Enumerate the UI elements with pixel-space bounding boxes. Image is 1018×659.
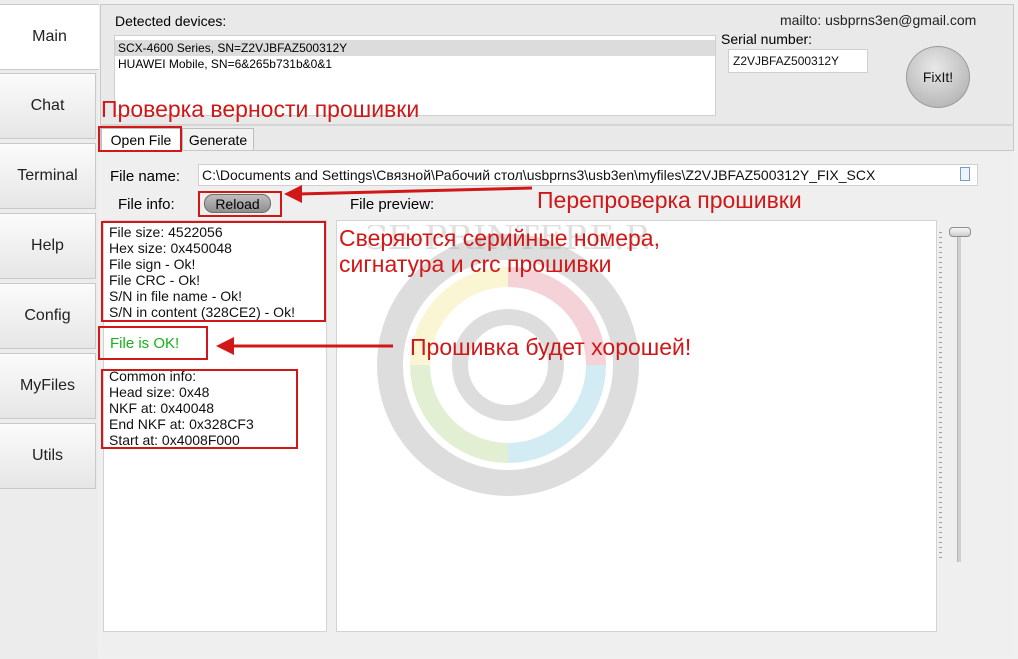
file-preview-label: File preview: xyxy=(350,196,435,213)
file-name-field[interactable] xyxy=(198,164,978,186)
mailto-link[interactable]: mailto: usbprns3en@gmail.com xyxy=(780,12,976,28)
nav-utils[interactable]: Utils xyxy=(0,423,96,489)
check-sn-content: S/N in content (328CE2) - Ok! xyxy=(109,304,295,320)
annotation-recheck: Перепроверка прошивки xyxy=(537,187,802,213)
nav-main-label: Main xyxy=(32,28,67,45)
left-nav: Main Chat Terminal Help Config MyFiles U… xyxy=(0,0,99,659)
annotation-compare: Сверяются серийные номера, сигнатура и c… xyxy=(339,225,660,277)
nav-myfiles[interactable]: MyFiles xyxy=(0,353,96,419)
annotation-compare-line1: Сверяются серийные номера, xyxy=(339,225,660,251)
annotation-verify: Проверка верности прошивки xyxy=(101,96,420,122)
slider-track[interactable] xyxy=(957,232,961,562)
nav-help[interactable]: Help xyxy=(0,213,96,279)
common-start-at: Start at: 0x4008F000 xyxy=(109,432,240,448)
slider-thumb[interactable] xyxy=(949,227,971,237)
nav-utils-label: Utils xyxy=(31,447,64,464)
check-hex-size: Hex size: 0x450048 xyxy=(109,240,232,256)
check-file-size: File size: 4522056 xyxy=(109,224,223,240)
common-nkf-at: NKF at: 0x40048 xyxy=(109,400,215,416)
common-head-size: Head size: 0x48 xyxy=(109,384,210,400)
document-icon[interactable] xyxy=(960,167,970,181)
reload-label: Reload xyxy=(215,195,260,212)
nav-myfiles-label: MyFiles xyxy=(19,377,76,394)
nav-terminal[interactable]: Terminal xyxy=(0,143,96,209)
check-file-crc: File CRC - Ok! xyxy=(109,272,200,288)
devices-label: Detected devices: xyxy=(115,13,227,29)
nav-main[interactable]: Main xyxy=(0,4,99,70)
device-item-huawei[interactable]: HUAWEI Mobile, SN=6&265b731b&0&1 xyxy=(115,56,715,72)
check-sn-filename: S/N in file name - Ok! xyxy=(109,288,243,304)
device-item-scx4600[interactable]: SCX-4600 Series, SN=Z2VJBFAZ500312Y xyxy=(115,40,715,56)
annotation-compare-line2: сигнатура и crc прошивки xyxy=(339,251,612,277)
file-info-label: File info: xyxy=(118,196,175,213)
file-name-label: File name: xyxy=(110,168,181,185)
tab-generate[interactable]: Generate xyxy=(182,128,254,150)
slider-ticks xyxy=(939,232,942,562)
tab-generate-label: Generate xyxy=(188,131,248,148)
check-file-sign: File sign - Ok! xyxy=(109,256,196,272)
serial-label: Serial number: xyxy=(721,31,813,47)
reload-button[interactable]: Reload xyxy=(204,194,271,213)
common-end-nkf: End NKF at: 0x328CF3 xyxy=(109,416,254,432)
common-info-title: Common info: xyxy=(109,368,197,384)
tab-open-file-label: Open File xyxy=(110,131,172,148)
nav-chat[interactable]: Chat xyxy=(0,73,96,139)
fixit-label: FixIt! xyxy=(922,69,954,85)
tab-open-file[interactable]: Open File xyxy=(101,128,181,150)
serial-number-field[interactable] xyxy=(728,49,868,73)
nav-config[interactable]: Config xyxy=(0,283,96,349)
nav-chat-label: Chat xyxy=(30,97,65,114)
annotation-good: Прошивка будет хорошей! xyxy=(410,334,692,360)
file-status: File is OK! xyxy=(110,335,180,352)
header-divider xyxy=(100,124,1014,126)
file-preview-area[interactable] xyxy=(336,220,937,632)
nav-config-label: Config xyxy=(24,307,71,324)
common-info: Common info: Head size: 0x48 NKF at: 0x4… xyxy=(109,368,254,448)
nav-help-label: Help xyxy=(31,237,64,254)
fixit-button[interactable]: FixIt! xyxy=(906,46,970,108)
file-checks: File size: 4522056 Hex size: 0x450048 Fi… xyxy=(109,224,295,320)
nav-terminal-label: Terminal xyxy=(17,167,78,184)
